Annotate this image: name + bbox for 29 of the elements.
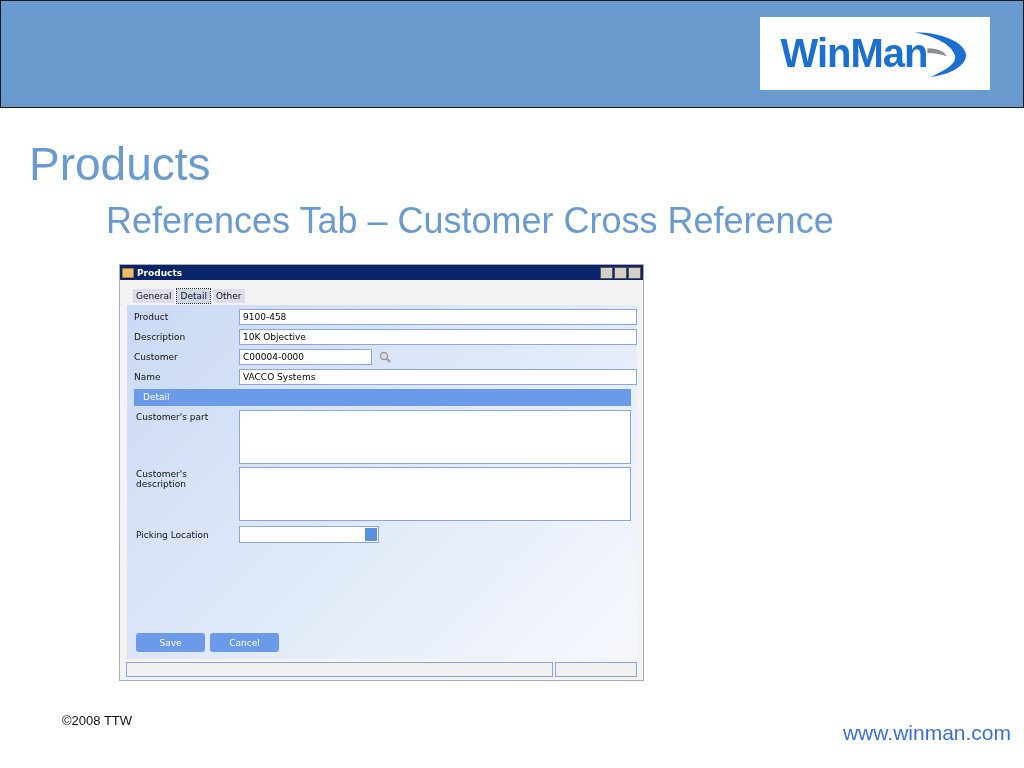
field-label: Customer [134,352,179,362]
copyright-text: ©2008 TTW [62,713,133,730]
maximize-button[interactable] [614,266,627,279]
input-field[interactable]: 9100-458 [239,309,637,325]
input-field[interactable]: VACCO Systems [239,369,637,385]
input-field[interactable]: C00004-0000 [239,349,372,365]
field-label: Customer's part [136,411,210,422]
input-field[interactable]: 10K Objective [239,329,637,345]
slide-title: Products [29,138,212,190]
dropdown[interactable] [239,525,379,543]
tab[interactable]: General [133,289,175,303]
field-label: Customer's description [136,468,188,489]
logo-text: WinMan [780,30,928,76]
field-label: Product [134,312,170,322]
website-link[interactable]: www.winman.com [842,721,1011,745]
close-button[interactable] [628,266,641,279]
section-header: Detail [134,389,631,406]
minimize-button[interactable] [600,266,613,279]
text-area[interactable] [239,467,631,521]
folder-icon [122,267,134,278]
window-title: Products [137,267,184,278]
field-label: Description [134,332,187,342]
text-area[interactable] [239,410,631,464]
field-label: Picking Location [136,529,210,540]
search-icon[interactable] [379,351,391,363]
tab[interactable]: Other [213,289,245,303]
slide-subtitle: References Tab – Customer Cross Reference [106,200,835,242]
field-label: Name [134,372,162,382]
tab[interactable]: Detail [177,289,210,303]
